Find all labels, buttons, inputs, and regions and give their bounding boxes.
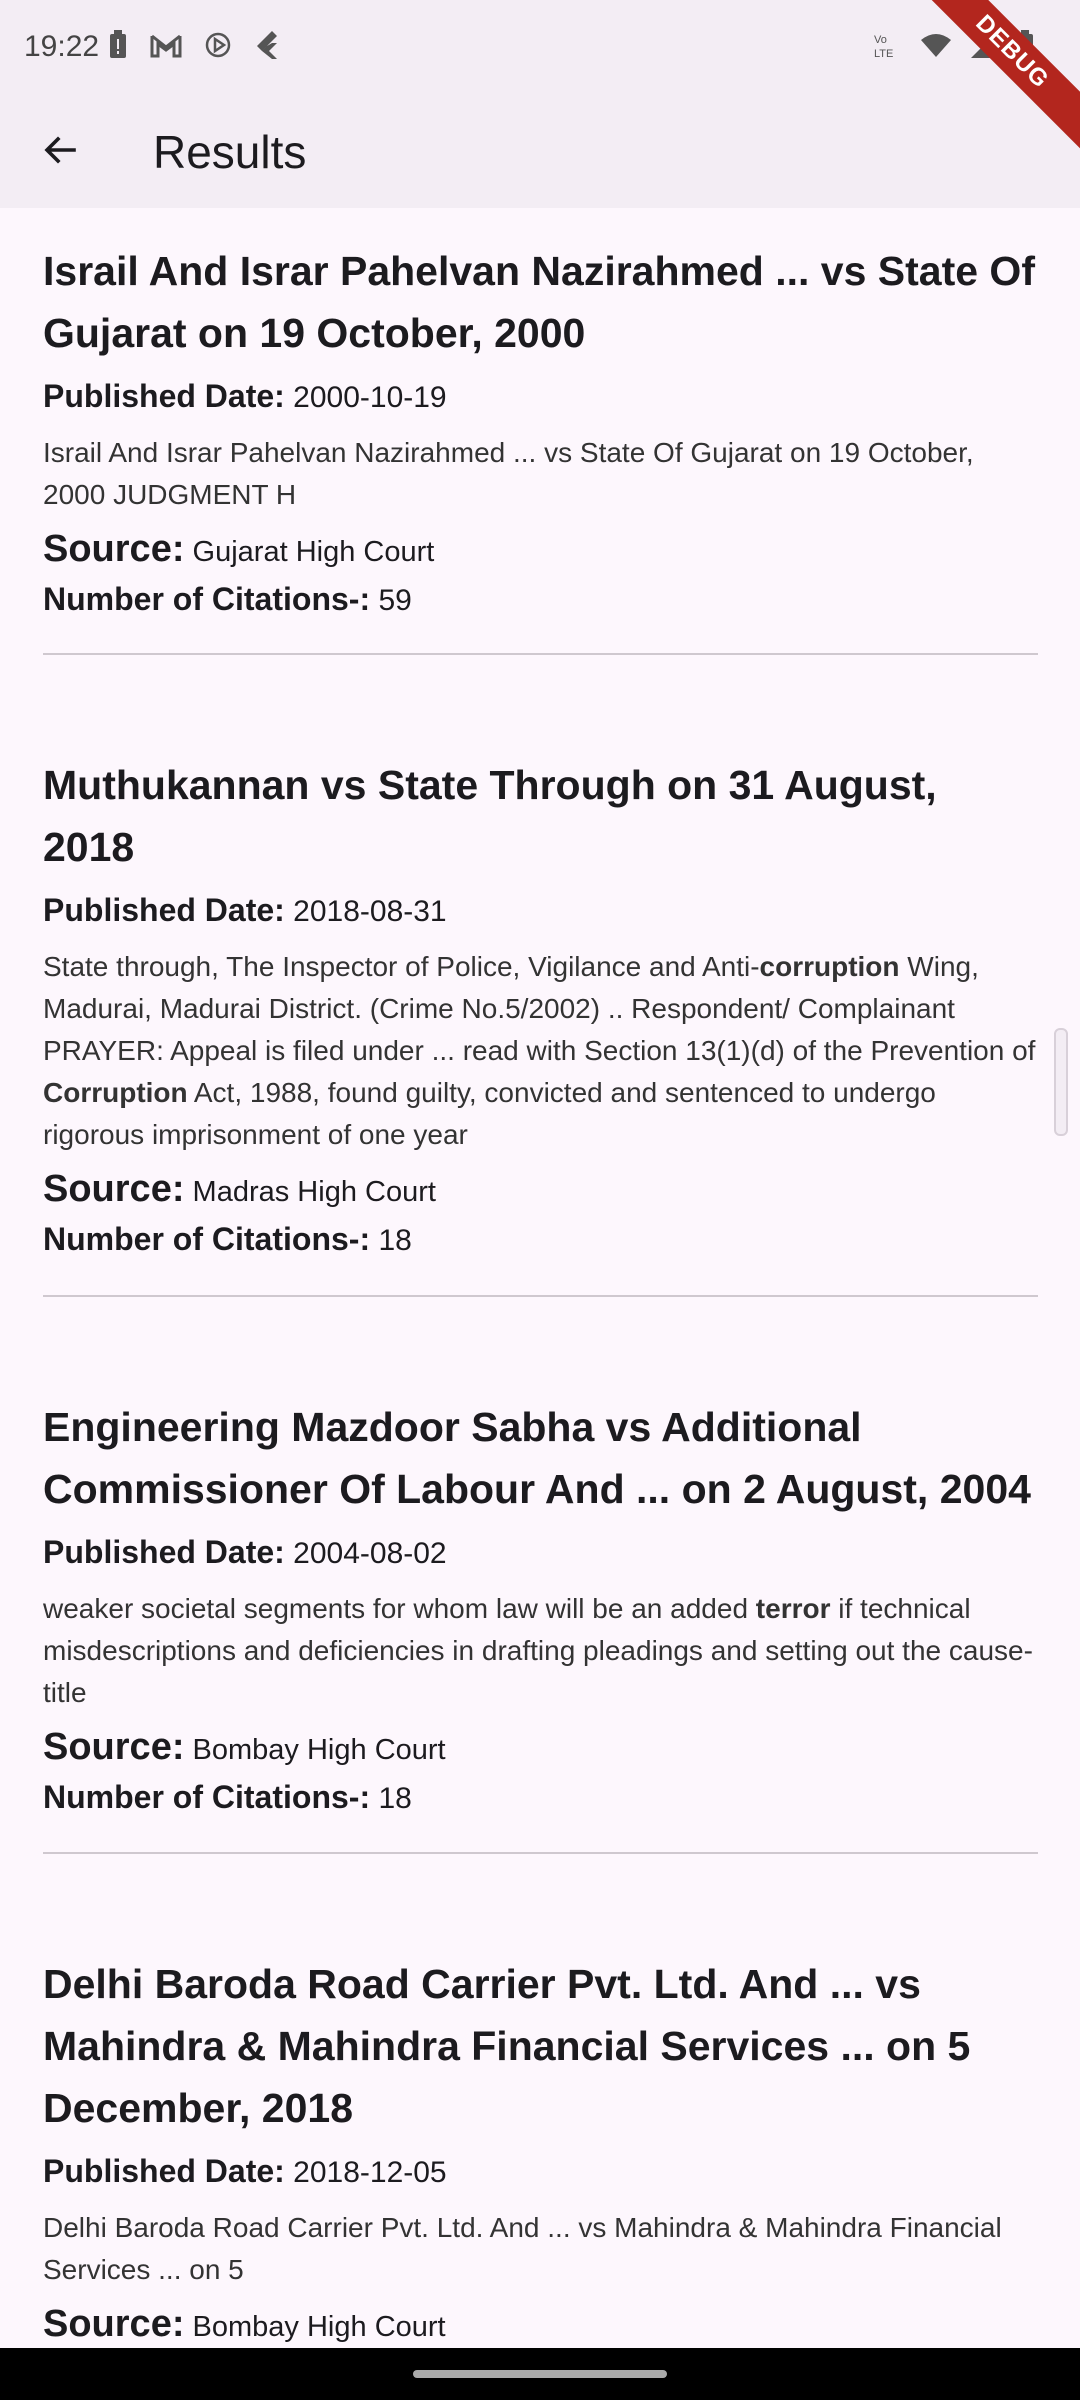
navigation-bar — [0, 2348, 1080, 2400]
status-notification-icons — [108, 30, 280, 65]
result-snippet: State through, The Inspector of Police, … — [43, 946, 1038, 1156]
divider — [43, 1852, 1038, 1854]
result-item[interactable]: Engineering Mazdoor Sabha vs Additional … — [43, 1396, 1038, 1819]
source-row: Source: Bombay High Court — [43, 1724, 1038, 1773]
published-date-row: Published Date: 2004-08-02 — [43, 1532, 1038, 1574]
snippet-text: Israil And Israr Pahelvan Nazirahmed ...… — [43, 437, 974, 510]
citations-value: 18 — [378, 1224, 412, 1257]
source-label: Source: — [43, 528, 185, 570]
citations-label: Number of Citations-: — [43, 1779, 371, 1815]
source-label: Source: — [43, 1168, 185, 1210]
result-snippet: Delhi Baroda Road Carrier Pvt. Ltd. And … — [43, 2207, 1038, 2291]
back-button[interactable] — [30, 122, 90, 182]
source-row: Source: Gujarat High Court — [43, 526, 1038, 575]
svg-text:LTE: LTE — [874, 48, 893, 60]
divider — [43, 653, 1038, 655]
snippet-highlight: Corruption — [43, 1077, 188, 1108]
result-snippet: weaker societal segments for whom law wi… — [43, 1588, 1038, 1714]
published-date-row: Published Date: 2018-08-31 — [43, 890, 1038, 932]
citations-row: Number of Citations-: 59 — [43, 579, 1038, 621]
result-title[interactable]: Engineering Mazdoor Sabha vs Additional … — [43, 1396, 1038, 1520]
svg-text:Vo: Vo — [874, 34, 887, 46]
citations-row: Number of Citations-: 18 — [43, 1219, 1038, 1261]
citations-row: Number of Citations-: 18 — [43, 1777, 1038, 1819]
source-row: Source: Bombay High Court — [43, 2301, 1038, 2348]
published-date-label: Published Date: — [43, 892, 285, 928]
result-snippet: Israil And Israr Pahelvan Nazirahmed ...… — [43, 432, 1038, 516]
published-date-label: Published Date: — [43, 2153, 285, 2189]
source-value: Gujarat High Court — [192, 536, 435, 568]
snippet-text: weaker societal segments for whom law wi… — [43, 1593, 756, 1624]
volte-icon: Vo LTE — [872, 30, 902, 65]
published-date-label: Published Date: — [43, 378, 285, 414]
gmail-icon — [150, 32, 182, 63]
source-value: Bombay High Court — [192, 1734, 446, 1766]
snippet-text: Delhi Baroda Road Carrier Pvt. Ltd. And … — [43, 2212, 1002, 2285]
results-list[interactable]: Israil And Israr Pahelvan Nazirahmed ...… — [0, 208, 1080, 2348]
flutter-icon — [254, 30, 280, 65]
battery-alert-icon — [108, 30, 128, 65]
snippet-highlight: terror — [755, 1593, 831, 1624]
result-item[interactable]: Delhi Baroda Road Carrier Pvt. Ltd. And … — [43, 1953, 1038, 2348]
snippet-highlight: corruption — [759, 951, 900, 982]
home-gesture-handle[interactable] — [413, 2370, 667, 2378]
source-label: Source: — [43, 2303, 185, 2345]
published-date-value: 2018-12-05 — [293, 2156, 447, 2189]
source-label: Source: — [43, 1726, 185, 1768]
arrow-left-icon — [40, 130, 80, 175]
page-title: Results — [153, 126, 307, 178]
result-title[interactable]: Delhi Baroda Road Carrier Pvt. Ltd. And … — [43, 1953, 1038, 2139]
published-date-value: 2018-08-31 — [293, 895, 447, 928]
result-title[interactable]: Muthukannan vs State Through on 31 Augus… — [43, 754, 1038, 878]
published-date-label: Published Date: — [43, 1534, 285, 1570]
snippet-text: State through, The Inspector of Police, … — [43, 951, 760, 982]
divider — [43, 1295, 1038, 1297]
citations-value: 59 — [378, 584, 412, 617]
status-bar: 19:22 Vo LTE — [0, 0, 1080, 98]
source-value: Madras High Court — [192, 1176, 436, 1208]
result-item[interactable]: Israil And Israr Pahelvan Nazirahmed ...… — [43, 240, 1038, 621]
source-value: Bombay High Court — [192, 2311, 446, 2343]
published-date-row: Published Date: 2000-10-19 — [43, 376, 1038, 418]
published-date-value: 2004-08-02 — [293, 1537, 447, 1570]
citations-value: 18 — [378, 1782, 412, 1815]
scrollbar-thumb[interactable] — [1054, 1028, 1068, 1136]
published-date-row: Published Date: 2018-12-05 — [43, 2151, 1038, 2193]
citations-label: Number of Citations-: — [43, 581, 371, 617]
result-title[interactable]: Israil And Israr Pahelvan Nazirahmed ...… — [43, 240, 1038, 364]
citations-label: Number of Citations-: — [43, 1221, 371, 1257]
wifi-icon — [920, 32, 952, 63]
status-time: 19:22 — [24, 30, 100, 63]
published-date-value: 2000-10-19 — [293, 381, 447, 414]
play-icon — [204, 31, 232, 64]
source-row: Source: Madras High Court — [43, 1166, 1038, 1215]
app-bar: Results — [0, 98, 1080, 208]
result-item[interactable]: Muthukannan vs State Through on 31 Augus… — [43, 754, 1038, 1261]
